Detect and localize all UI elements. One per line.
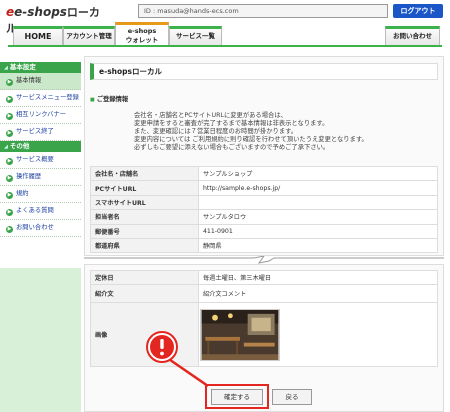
row-label: 郵便番号: [90, 223, 199, 239]
notice-line: また、変更確認には７営業日程度のお時間が掛かります。: [134, 128, 298, 135]
row-value: 411-0901: [198, 223, 438, 239]
table-row: 郵便番号 411-0901: [90, 223, 438, 239]
table-row: 会社名・店舗名 サンプルショップ: [90, 165, 438, 182]
row-label: 紹介文: [90, 284, 199, 304]
notice-line: 変更申請をすると審査が完了するまで基本情報は非表示となります。: [134, 120, 329, 127]
tab-services-list[interactable]: サービス一覧: [169, 26, 222, 46]
arrow-right-icon: ▶: [6, 175, 13, 182]
tab-contact[interactable]: お問い合わせ: [385, 26, 440, 46]
arrow-right-icon: ▶: [6, 209, 13, 216]
sidebar-item-service-end[interactable]: ▶ サービス終了: [0, 124, 81, 141]
table-row: 都道府県 静岡県: [90, 237, 438, 254]
nav-underline: [8, 45, 442, 47]
arrow-right-icon: ▶: [6, 192, 13, 199]
tab-wallet-line1: e-shops: [127, 27, 157, 35]
row-label: 定休日: [90, 269, 199, 286]
arrow-right-icon: ▶: [6, 158, 13, 165]
sidebar-item-link-banner[interactable]: ▶ 相互リンクバナー: [0, 107, 81, 124]
row-value: 静岡県: [198, 237, 438, 254]
tab-eshops-wallet[interactable]: e-shops ウォレット: [115, 22, 169, 46]
sidebar-item-basic-info[interactable]: ▶ 基本情報: [0, 73, 81, 90]
page-title: e-shopsローカル: [90, 63, 438, 80]
row-value: [198, 194, 438, 211]
tab-wallet-line2: ウォレット: [125, 36, 159, 44]
arrow-right-icon: ▶: [6, 79, 13, 86]
notice-line: 変更内容については ご利用規約に則り確認を行わせて頂いたうえ変更となります。: [134, 136, 368, 143]
tab-account-management[interactable]: アカウント管理: [63, 26, 115, 46]
table-row: PCサイトURL http://sample.e-shops.jp/: [90, 180, 438, 196]
sidebar-group-basic-settings: 基本設定: [0, 62, 81, 73]
sidebar-item-terms[interactable]: ▶ 規約: [0, 186, 81, 203]
row-label: 担当者名: [90, 209, 199, 225]
table-row: 紹介文 紹介文コメント: [90, 284, 438, 304]
table-row: 定休日 毎週土曜日、第三木曜日: [90, 269, 438, 286]
confirm-button[interactable]: 確定する: [211, 389, 263, 405]
arrow-right-icon: ▶: [6, 226, 13, 233]
arrow-right-icon: ▶: [6, 96, 13, 103]
sidebar-item-operation-history[interactable]: ▶ 操作履歴: [0, 169, 81, 186]
sidebar: 基本設定 ▶基本情報 ▶サービスメニュー登録 ▶相互リンクバナー ▶サービス終了…: [0, 62, 81, 237]
arrow-right-icon: ▶: [6, 130, 13, 137]
row-value: サンプルタロウ: [198, 209, 438, 225]
change-notice: 会社名・店舗名とPCサイトURLに変更がある場合は、 変更申請をすると審査が完了…: [134, 112, 414, 152]
row-value: http://sample.e-shops.jp/: [198, 180, 438, 196]
notice-line: 会社名・店舗名とPCサイトURLに変更がある場合は、: [134, 112, 287, 119]
registration-info-table: 会社名・店舗名 サンプルショップ PCサイトURL http://sample.e-…: [90, 165, 438, 254]
row-value: 紹介文コメント: [198, 284, 438, 304]
exclamation-icon: [146, 331, 178, 363]
tab-home[interactable]: HOME: [13, 26, 63, 46]
sidebar-group-other: その他: [0, 141, 81, 152]
sidebar-continuation: [0, 268, 81, 412]
account-id-display: ID : masuda@hands-ecs.com: [138, 4, 388, 18]
row-label: スマホサイトURL: [90, 194, 199, 211]
row-value: 毎週土曜日、第三木曜日: [198, 269, 438, 286]
sidebar-item-service-menu[interactable]: ▶ サービスメニュー登録: [0, 90, 81, 107]
shop-photo: [200, 309, 280, 361]
table-row: スマホサイトURL: [90, 194, 438, 211]
arrow-right-icon: ▶: [6, 113, 13, 120]
eshops-local-logo[interactable]: ee-shopsローカル: [6, 4, 106, 35]
sidebar-item-faq[interactable]: ▶ よくある質問: [0, 203, 81, 220]
sidebar-item-contact[interactable]: ▶ お問い合わせ: [0, 220, 81, 237]
row-value: サンプルショップ: [198, 165, 438, 182]
logo-text-eshops: ee-shops: [6, 5, 67, 19]
sidebar-item-service-overview[interactable]: ▶ サービス概要: [0, 152, 81, 169]
row-label: 都道府県: [90, 237, 199, 254]
row-label: 会社名・店舗名: [90, 165, 199, 182]
row-label: PCサイトURL: [90, 180, 199, 196]
back-button[interactable]: 戻る: [272, 389, 312, 405]
notice-line: 必ずしもご要望に添えない場合もございますので予めご了承下さい。: [134, 144, 330, 151]
logout-button[interactable]: ログアウト: [393, 4, 443, 18]
table-row: 担当者名 サンプルタロウ: [90, 209, 438, 225]
section-title: ご登録情報: [90, 94, 128, 103]
